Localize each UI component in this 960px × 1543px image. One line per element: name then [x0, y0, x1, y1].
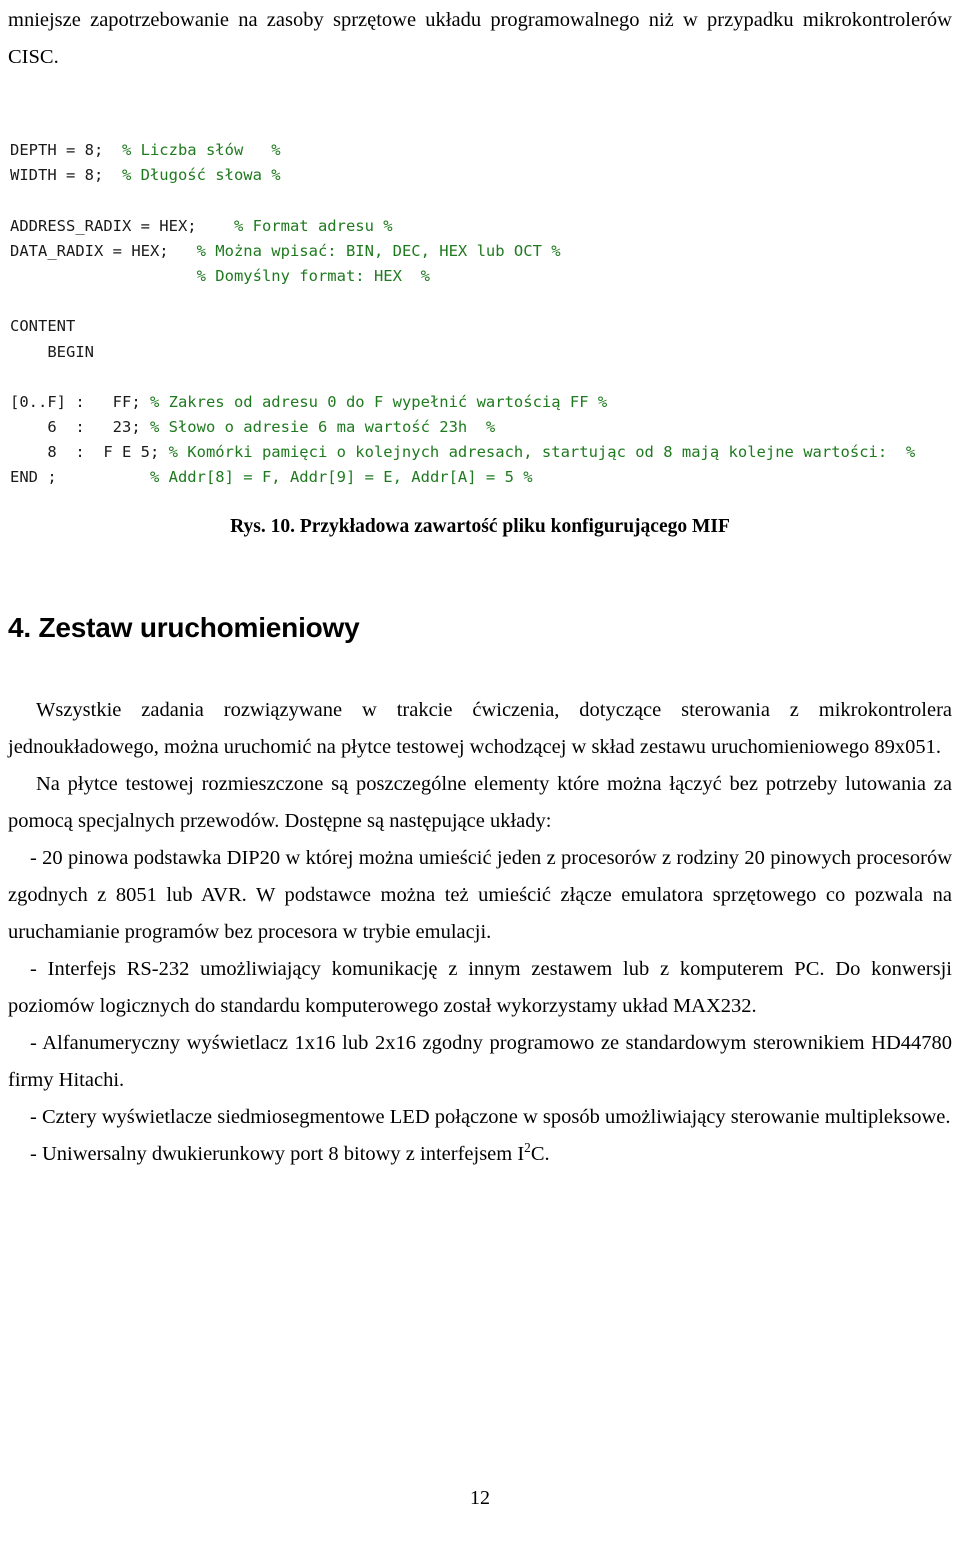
paragraph-7: - Uniwersalny dwukierunkowy port 8 bitow… — [8, 1136, 952, 1173]
code-text: ADDRESS_RADIX = HEX; — [10, 216, 234, 235]
figure-caption: Rys. 10. Przykładowa zawartość pliku kon… — [230, 516, 730, 537]
mif-code-listing: DEPTH = 8; % Liczba słów % WIDTH = 8; % D… — [10, 138, 960, 491]
paragraph-7-superscript: 2 — [524, 1140, 531, 1156]
code-line: END ; % Addr[8] = F, Addr[9] = E, Addr[A… — [10, 465, 960, 490]
code-comment: % Długość słowa % — [121, 166, 281, 185]
code-text: WIDTH = 8; — [10, 166, 122, 185]
code-comment: % Słowo o adresie 6 ma wartość 23h % — [149, 418, 496, 437]
code-comment: % Domyślny format: HEX % — [196, 266, 430, 285]
paragraph-6: - Cztery wyświetlacze siedmiosegmentowe … — [30, 1106, 951, 1128]
code-text: DEPTH = 8; — [10, 141, 122, 159]
section-heading: 4. Zestaw uruchomieniowy — [8, 612, 360, 643]
code-line: ADDRESS_RADIX = HEX; % Format adresu % — [10, 214, 960, 239]
code-text: END ; — [10, 468, 150, 487]
main-text-block: Wszystkie zadania rozwiązywane w trakcie… — [8, 692, 952, 1173]
code-text: CONTENT — [10, 317, 76, 336]
code-text: 8 : F E 5; — [10, 443, 169, 462]
document-page: mniejsze zapotrzebowanie na zasoby sprzę… — [0, 0, 960, 1543]
code-line: BEGIN — [10, 340, 960, 365]
intro-paragraph-block: mniejsze zapotrzebowanie na zasoby sprzę… — [8, 2, 952, 76]
paragraph-7-prefix: - Uniwersalny dwukierunkowy port 8 bitow… — [30, 1143, 525, 1165]
paragraph-4: - Interfejs RS-232 umożliwiający komunik… — [8, 958, 952, 1017]
code-line: % Domyślny format: HEX % — [10, 264, 960, 289]
code-line: DATA_RADIX = HEX; % Można wpisać: BIN, D… — [10, 239, 960, 264]
code-text: 6 : 23; — [10, 418, 150, 437]
code-line: CONTENT — [10, 314, 960, 339]
paragraph-5: - Alfanumeryczny wyświetlacz 1x16 lub 2x… — [8, 1032, 952, 1091]
code-comment: % Można wpisać: BIN, DEC, HEX lub OCT % — [196, 241, 561, 260]
code-comment: % Zakres od adresu 0 do F wypełnić warto… — [149, 392, 608, 411]
code-comment: % Addr[8] = F, Addr[9] = E, Addr[A] = 5 … — [149, 468, 533, 487]
code-comment: % Liczba słów % — [121, 141, 281, 159]
paragraph-3: - 20 pinowa podstawka DIP20 w której moż… — [8, 847, 952, 943]
paragraph-1: Wszystkie zadania rozwiązywane w trakcie… — [8, 699, 952, 758]
code-comment: % Format adresu % — [233, 216, 393, 235]
paragraph-7-suffix: C. — [530, 1143, 550, 1165]
code-text: [0..F] : FF; — [10, 392, 150, 411]
code-line: DEPTH = 8; % Liczba słów % — [10, 138, 960, 163]
code-comment: % Komórki pamięci o kolejnych adresach, … — [168, 443, 916, 462]
paragraph-2: Na płytce testowej rozmieszczone są posz… — [8, 773, 952, 832]
intro-paragraph: mniejsze zapotrzebowanie na zasoby sprzę… — [8, 9, 952, 68]
code-line: 8 : F E 5; % Komórki pamięci o kolejnych… — [10, 440, 960, 465]
code-text: DATA_RADIX = HEX; — [10, 241, 197, 260]
code-line: 6 : 23; % Słowo o adresie 6 ma wartość 2… — [10, 415, 960, 440]
code-line: [0..F] : FF; % Zakres od adresu 0 do F w… — [10, 390, 960, 415]
page-number: 12 — [470, 1487, 490, 1509]
code-text: BEGIN — [10, 342, 94, 361]
code-line: WIDTH = 8; % Długość słowa % — [10, 163, 960, 188]
